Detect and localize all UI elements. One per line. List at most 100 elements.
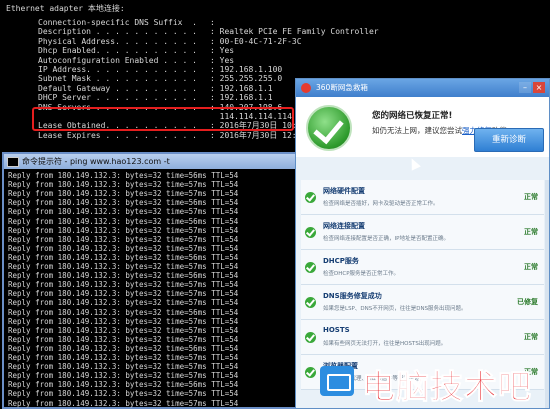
ipconfig-line: Description . . . . . . . . . . . : Realt… — [38, 27, 379, 36]
ipconfig-line: Lease Expires . . . . . . . . . . : 2016年… — [38, 131, 301, 140]
rediagnose-button[interactable]: 重新诊断 — [474, 128, 544, 152]
check-item-description: 检查网络连接配置是否正确，IP地址是否配置正确。 — [323, 236, 449, 242]
ping-reply-line: Reply from 180.149.132.3: bytes=32 time=… — [8, 353, 239, 362]
ipconfig-label: IP Address. . . . . . . . . . . . — [38, 65, 197, 74]
app-logo-icon — [301, 83, 311, 93]
check-item-name: 网络连接配置 — [323, 222, 365, 230]
ping-reply-line: Reply from 180.149.132.3: bytes=32 time=… — [8, 262, 239, 271]
ping-reply-line: Reply from 180.149.132.3: bytes=32 time=… — [8, 171, 239, 180]
check-item-status: 正常 — [524, 193, 538, 201]
check-item-name: DNS服务修复成功 — [323, 292, 382, 300]
dns-servers-highlight — [32, 107, 294, 131]
ping-reply-line: Reply from 180.149.132.3: bytes=32 time=… — [8, 225, 239, 235]
ping-command-window[interactable]: 命令提示符 - ping www.hao123.com -t Reply fro… — [2, 152, 308, 409]
check-item[interactable]: HOSTS 如果有些网页无法打开，往往是HOSTS出现问题。 正常 — [301, 320, 544, 355]
check-item-name: DHCP服务 — [323, 257, 359, 265]
ping-reply-line: Reply from 180.149.132.3: bytes=32 time=… — [8, 362, 239, 372]
check-ok-icon — [305, 332, 316, 343]
check-item-status: 正常 — [524, 228, 538, 236]
ping-reply-line: Reply from 180.149.132.3: bytes=32 time=… — [8, 334, 239, 344]
ipconfig-label: Physical Address. . . . . . . . . — [38, 36, 197, 46]
check-ok-icon — [305, 192, 316, 203]
ping-window-titlebar[interactable]: 命令提示符 - ping www.hao123.com -t — [4, 154, 306, 169]
ping-reply-line: Reply from 180.149.132.3: bytes=32 time=… — [8, 271, 239, 281]
check-item-status: 正常 — [524, 333, 538, 341]
ping-reply-line: Reply from 180.149.132.3: bytes=32 time=… — [8, 180, 239, 190]
check-item[interactable]: 网络连接配置检查网络连接配置是否正确，IP地址是否配置正确。 正常 — [301, 215, 544, 250]
ping-reply-line: Reply from 180.149.132.3: bytes=32 time=… — [8, 252, 239, 262]
ping-window-title: 命令提示符 - ping www.hao123.com -t — [22, 157, 170, 166]
ipconfig-line: Autoconfiguration Enabled . . . . : Yes — [38, 56, 234, 65]
ipconfig-line: Dhcp Enabled. . . . . . . . . . . : Yes — [38, 46, 234, 55]
ping-reply-line: Reply from 180.149.132.3: bytes=32 time=… — [8, 207, 239, 217]
watermark-text: 电脑技术吧 — [362, 367, 532, 407]
ping-reply-line: Reply from 180.149.132.3: bytes=32 time=… — [8, 289, 239, 299]
check-ok-icon — [305, 262, 316, 273]
ping-reply-line: Reply from 180.149.132.3: bytes=32 time=… — [8, 280, 239, 290]
ipconfig-label: Default Gateway . . . . . . . . . — [38, 83, 197, 93]
ipconfig-header: Ethernet adapter 本地连接: — [6, 4, 125, 13]
ipconfig-line: Connection-specific DNS Suffix .: — [38, 18, 215, 27]
ping-reply-line: Reply from 180.149.132.3: bytes=32 time=… — [8, 298, 239, 308]
ipconfig-value: : 2016年7月30日 12:1 — [210, 130, 302, 140]
check-item-description: 如果您是LSP、DNS不开网页，往往是DNS服务出现问题。 — [323, 306, 467, 312]
ipconfig-value: : 255.255.255.0 — [210, 74, 283, 84]
check-item-status: 正常 — [524, 263, 538, 271]
minimize-button[interactable]: – — [519, 82, 531, 93]
ipconfig-value: : — [210, 18, 215, 27]
check-item-description: 如果有些网页无法打开，往往是HOSTS出现问题。 — [323, 341, 447, 347]
ipconfig-line: Default Gateway . . . . . . . . . : 192.1… — [38, 84, 273, 93]
check-item-description: 检查网络是否插好，网卡及驱动是否正常工作。 — [323, 201, 439, 207]
ipconfig-value: : Realtek PCIe FE Family Controller — [210, 27, 379, 37]
ping-reply-line: Reply from 180.149.132.3: bytes=32 time=… — [8, 398, 239, 408]
ping-reply-line: Reply from 180.149.132.3: bytes=32 time=… — [8, 216, 239, 226]
status-title: 您的网络已恢复正常! — [372, 111, 453, 121]
ping-reply-line: Reply from 180.149.132.3: bytes=32 time=… — [8, 234, 239, 244]
check-ok-icon — [305, 297, 316, 308]
dialog-title: 360断网急救箱 — [316, 83, 368, 92]
check-item[interactable]: DHCP服务检查DHCP服务是否正常工作。 正常 — [301, 250, 544, 285]
ping-reply-line: Reply from 180.149.132.3: bytes=32 time=… — [8, 389, 239, 399]
ping-reply-line: Reply from 180.149.132.3: bytes=32 time=… — [8, 198, 239, 208]
ipconfig-label: Connection-specific DNS Suffix . — [38, 18, 197, 27]
ipconfig-line: Physical Address. . . . . . . . . : 00-E0… — [38, 37, 302, 46]
ping-reply-line: Reply from 180.149.132.3: bytes=32 time=… — [8, 325, 239, 335]
ping-reply-line: Reply from 180.149.132.3: bytes=32 time=… — [8, 316, 239, 326]
cmd-icon — [7, 157, 19, 167]
check-ok-icon — [305, 367, 316, 378]
ping-reply-line: Reply from 180.149.132.3: bytes=32 time=… — [8, 307, 239, 317]
close-button[interactable]: × — [533, 82, 545, 93]
ipconfig-value: : Yes — [210, 55, 235, 65]
ipconfig-label: Lease Expires . . . . . . . . . . — [38, 130, 197, 140]
success-shield-icon — [306, 105, 352, 151]
check-item[interactable]: DNS服务修复成功如果您是LSP、DNS不开网页，往往是DNS服务出现问题。 已修… — [301, 285, 544, 320]
check-item-name: 网络硬件配置 — [323, 187, 365, 195]
ipconfig-label: Dhcp Enabled. . . . . . . . . . . — [38, 46, 197, 56]
watermark-monitor-icon — [320, 366, 354, 396]
ipconfig-value: : 192.168.1.1 — [210, 93, 273, 103]
check-item-status: 已修复 — [517, 298, 538, 306]
ipconfig-label: Description . . . . . . . . . . . — [38, 27, 197, 37]
ping-reply-line: Reply from 180.149.132.3: bytes=32 time=… — [8, 380, 239, 390]
check-item-name: HOSTS — [323, 326, 350, 334]
dialog-titlebar[interactable]: 360断网急救箱 – × — [296, 79, 549, 97]
mouse-cursor-icon — [407, 156, 421, 171]
ipconfig-line: IP Address. . . . . . . . . . . . : 192.1… — [38, 65, 282, 74]
ping-reply-line: Reply from 180.149.132.3: bytes=32 time=… — [8, 243, 239, 253]
ipconfig-line: Subnet Mask . . . . . . . . . . . : 255.2… — [38, 74, 282, 83]
ipconfig-line: DHCP Server . . . . . . . . . . . : 192.1… — [38, 93, 273, 102]
ipconfig-value: : 192.168.1.100 — [210, 65, 283, 74]
check-item[interactable]: 网络硬件配置检查网络是否插好，网卡及驱动是否正常工作。 正常 — [301, 180, 544, 215]
check-ok-icon — [305, 227, 316, 238]
ipconfig-value: : Yes — [210, 46, 235, 56]
ipconfig-label: Subnet Mask . . . . . . . . . . . — [38, 74, 197, 84]
watermark: 电脑技术吧 — [318, 358, 548, 407]
ipconfig-label: DHCP Server . . . . . . . . . . . — [38, 93, 197, 103]
ping-reply-line: Reply from 180.149.132.3: bytes=32 time=… — [8, 189, 239, 199]
check-item-description: 检查DHCP服务是否正常工作。 — [323, 271, 400, 277]
ping-reply-line: Reply from 180.149.132.3: bytes=32 time=… — [8, 371, 239, 381]
ping-reply-line: Reply from 180.149.132.3: bytes=32 time=… — [8, 343, 239, 353]
ipconfig-value: : 00-E0-4C-71-2F-3C — [210, 36, 302, 46]
ipconfig-value: : 192.168.1.1 — [210, 83, 273, 93]
ipconfig-label: Autoconfiguration Enabled . . . . — [38, 55, 197, 65]
